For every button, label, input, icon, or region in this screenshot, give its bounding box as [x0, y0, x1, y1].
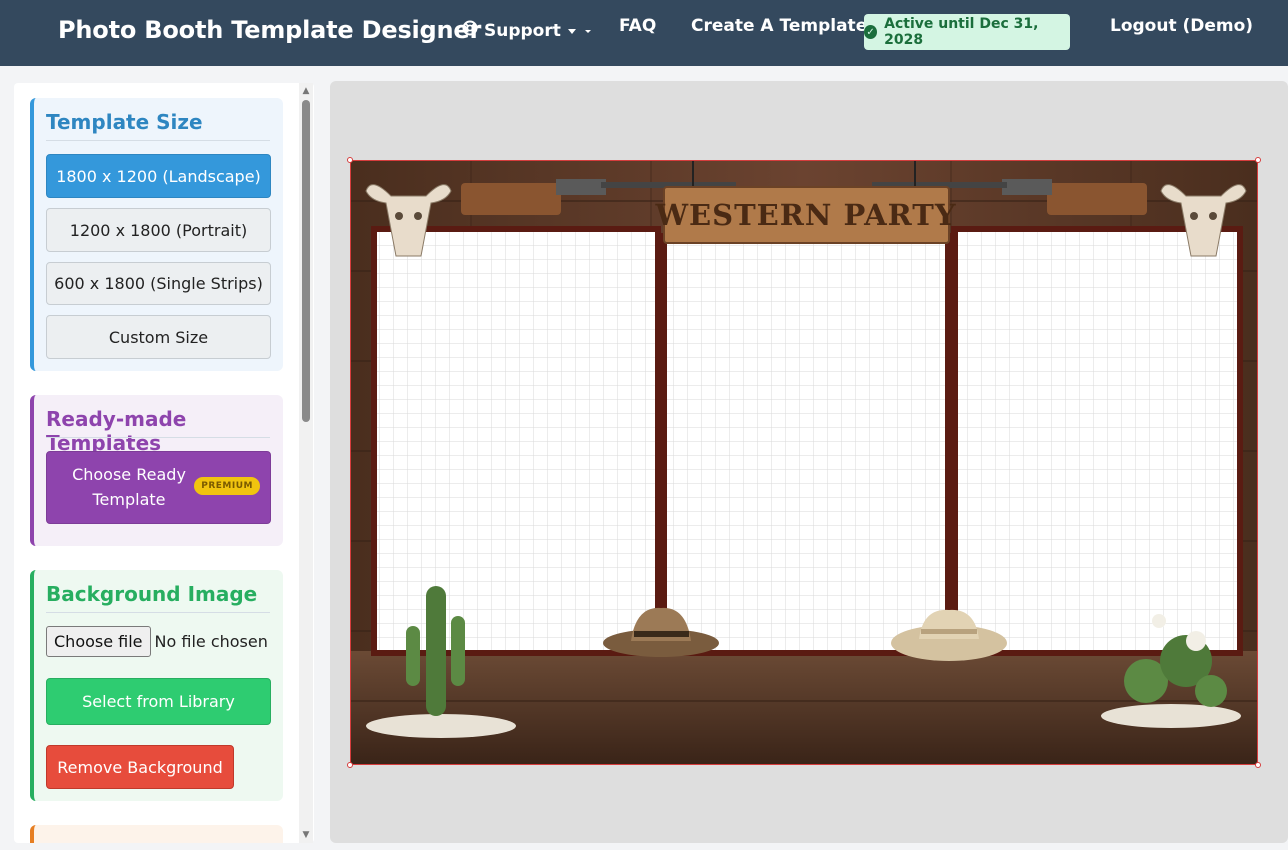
size-landscape-button[interactable]: 1800 x 1200 (Landscape): [46, 154, 271, 198]
photo-slot-3[interactable]: [958, 232, 1237, 650]
chevron-down-icon: [583, 21, 593, 41]
template-size-section: Template Size 1800 x 1200 (Landscape) 12…: [30, 98, 283, 371]
section-divider: [46, 612, 270, 613]
sidebar-scrollbar[interactable]: ▲ ▼: [299, 83, 313, 843]
support-label: Support: [484, 20, 561, 41]
size-single-strips-button[interactable]: 600 x 1800 (Single Strips): [46, 262, 271, 305]
section-title: Template Size: [46, 110, 203, 134]
section-divider: [46, 437, 270, 438]
size-custom-button[interactable]: Custom Size: [46, 315, 271, 359]
app-title[interactable]: Photo Booth Template Designer: [58, 16, 481, 44]
sign-text: WESTERN PARTY: [654, 198, 956, 232]
next-section-partial: [30, 825, 283, 843]
scrollbar-thumb[interactable]: [302, 100, 310, 422]
scroll-down-icon[interactable]: ▼: [301, 830, 311, 840]
section-title: Background Image: [46, 582, 258, 606]
section-divider: [46, 140, 270, 141]
caret-down-icon: [567, 21, 577, 41]
selection-handle-top-left[interactable]: [347, 157, 353, 163]
remove-background-button[interactable]: Remove Background: [46, 745, 234, 789]
sidebar-panel: Template Size 1800 x 1200 (Landscape) 12…: [14, 83, 314, 843]
section-title: Ready-made Templates: [46, 407, 187, 455]
subscription-status-badge: ✓ Active until Dec 31, 2028: [864, 14, 1070, 50]
status-badge-label: Active until Dec 31, 2028: [884, 16, 1039, 48]
ready-made-templates-section: Ready-made Templates Choose Ready Templa…: [30, 395, 283, 546]
nav-logout-link[interactable]: Logout (Demo): [1110, 16, 1253, 36]
selection-handle-top-right[interactable]: [1255, 157, 1261, 163]
no-file-chosen-text: No file chosen: [154, 632, 268, 651]
button-label-line-1: Choose Ready: [72, 465, 186, 484]
selection-handle-bottom-left[interactable]: [347, 762, 353, 768]
premium-badge: PREMIUM: [194, 477, 260, 495]
file-input[interactable]: Choose file No file chosen: [46, 626, 268, 657]
choose-ready-template-button[interactable]: Choose Ready Template PREMIUM: [46, 451, 271, 524]
lifebuoy-icon: [462, 20, 478, 41]
choose-file-button[interactable]: Choose file: [46, 626, 151, 657]
template-canvas[interactable]: WESTERN PARTY: [350, 160, 1258, 765]
button-label-line-2: Template: [92, 490, 166, 509]
photo-slot-2[interactable]: [667, 239, 945, 650]
nav-create-template-link[interactable]: Create A Template: [691, 16, 867, 36]
scroll-up-icon[interactable]: ▲: [301, 86, 311, 96]
selection-handle-bottom-right[interactable]: [1255, 762, 1261, 768]
photo-slot-1[interactable]: [377, 232, 655, 650]
size-portrait-button[interactable]: 1200 x 1800 (Portrait): [46, 208, 271, 252]
top-navbar: Photo Booth Template Designer Support FA…: [0, 0, 1288, 66]
nav-faq-link[interactable]: FAQ: [619, 16, 656, 36]
select-from-library-button[interactable]: Select from Library: [46, 678, 271, 725]
support-dropdown[interactable]: Support: [462, 20, 593, 41]
background-image-section: Background Image Choose file No file cho…: [30, 570, 283, 801]
check-circle-icon: ✓: [864, 25, 878, 39]
